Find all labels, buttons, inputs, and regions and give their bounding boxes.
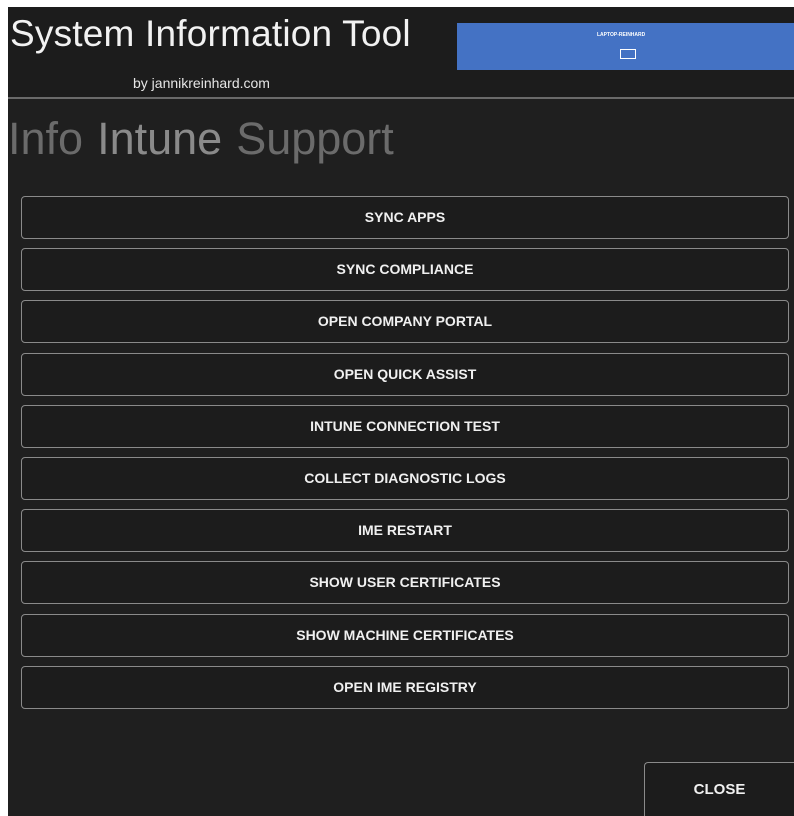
app-title: System Information Tool [10,13,411,54]
device-tile[interactable]: LAPTOP-REINHARD [457,23,794,70]
open-quick-assist-button[interactable]: OPEN QUICK ASSIST [21,352,789,396]
action-list: SYNC APPS SYNC COMPLIANCE OPEN COMPANY P… [21,196,789,718]
collect-diagnostic-logs-button[interactable]: COLLECT DIAGNOSTIC LOGS [21,456,789,500]
show-user-certificates-button[interactable]: SHOW USER CERTIFICATES [21,561,789,605]
ime-restart-button[interactable]: IME RESTART [21,509,789,553]
header-divider [8,97,794,99]
tab-bar: Info Intune Support [8,111,408,167]
open-ime-registry-button[interactable]: OPEN IME REGISTRY [21,665,789,709]
intune-connection-test-button[interactable]: INTUNE CONNECTION TEST [21,404,789,448]
tab-intune[interactable]: Intune [97,111,222,167]
monitor-icon [620,49,636,59]
open-company-portal-button[interactable]: OPEN COMPANY PORTAL [21,300,789,344]
close-button[interactable]: CLOSE [644,762,794,816]
sync-compliance-button[interactable]: SYNC COMPLIANCE [21,248,789,292]
device-name: LAPTOP-REINHARD [597,32,646,38]
tab-support[interactable]: Support [236,111,394,167]
app-window: System Information Tool by jannikreinhar… [8,7,794,816]
tab-info[interactable]: Info [8,111,83,167]
app-subtitle: by jannikreinhard.com [133,75,270,91]
show-machine-certificates-button[interactable]: SHOW MACHINE CERTIFICATES [21,613,789,657]
app-header: System Information Tool by jannikreinhar… [8,7,794,98]
sync-apps-button[interactable]: SYNC APPS [21,196,789,239]
